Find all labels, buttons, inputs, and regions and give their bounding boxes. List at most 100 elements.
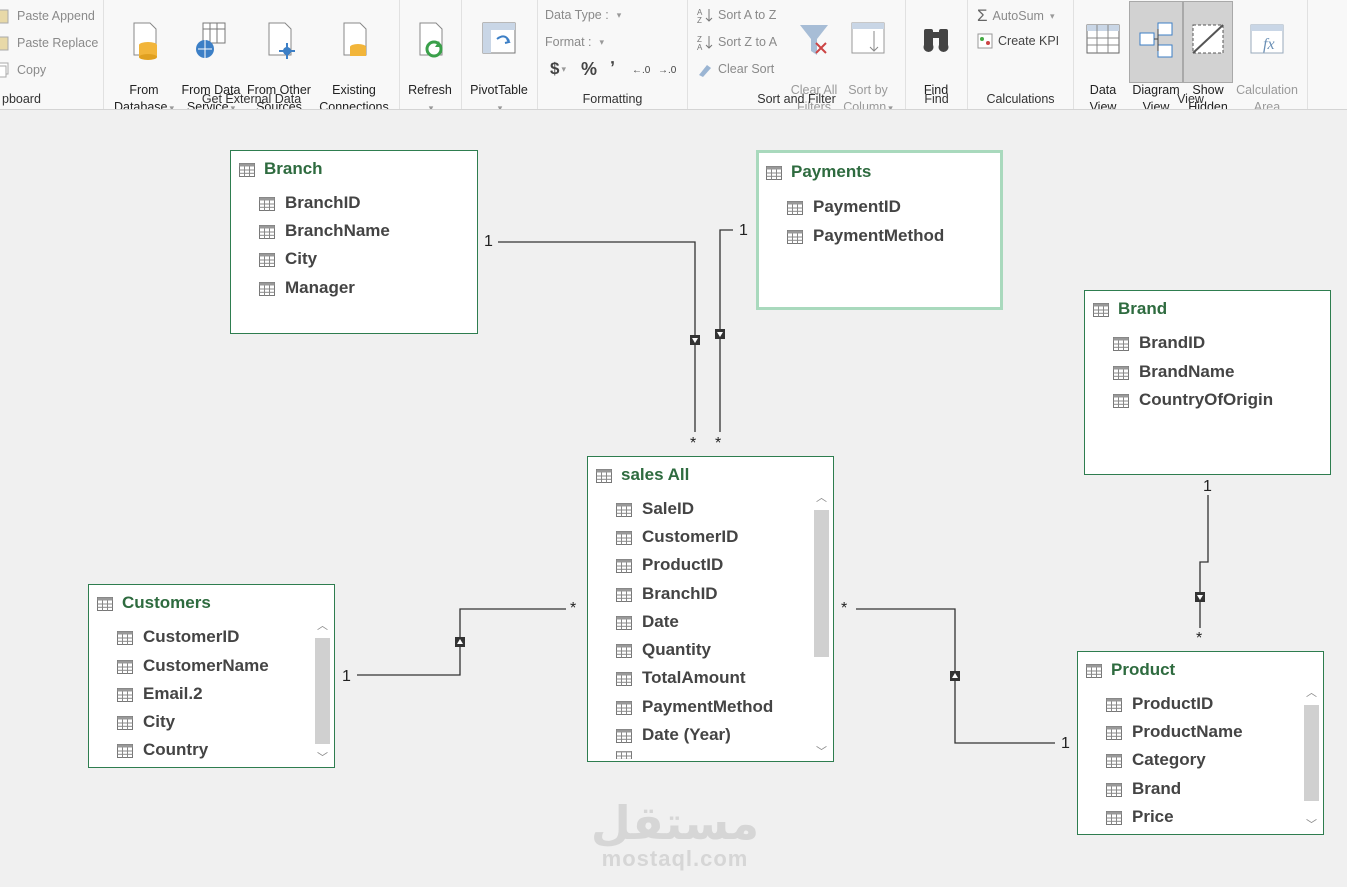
scroll-down-icon[interactable]: ﹀	[1303, 818, 1320, 832]
column-item[interactable]: Brand	[1106, 779, 1181, 799]
column-item[interactable]: CountryOfOrigin	[1113, 390, 1273, 410]
scroll-down-icon[interactable]: ﹀	[813, 745, 830, 759]
column-label: CustomerName	[143, 656, 269, 675]
column-item[interactable]: Category	[1106, 750, 1206, 770]
clear-sort-label: Clear Sort	[718, 62, 775, 76]
create-kpi-button[interactable]: Create KPI	[977, 33, 1059, 49]
diagram-canvas[interactable]: 1 1 * * 1 * * 1 1 * Branch BranchID Bran…	[0, 110, 1347, 887]
paste-append-button[interactable]: Paste Append	[0, 8, 95, 24]
column-item[interactable]: PaymentID	[787, 197, 901, 217]
sort-by-column-icon	[850, 19, 886, 63]
column-item[interactable]: PaymentMethod	[787, 226, 944, 246]
other-sources-icon	[261, 19, 297, 63]
column-item[interactable]: ProductID	[616, 555, 723, 575]
scroll-up-icon[interactable]: ︿	[1303, 686, 1320, 700]
column-item[interactable]: CustomerID	[616, 527, 738, 547]
column-item[interactable]: Price	[1106, 807, 1174, 827]
format-dropdown[interactable]: Format : ▾	[545, 35, 604, 49]
decrease-decimal-icon: →.0	[658, 61, 680, 80]
svg-text:fx: fx	[1263, 36, 1275, 53]
table-brand[interactable]: Brand BrandID BrandName CountryOfOrigin	[1084, 290, 1331, 475]
table-product[interactable]: Product ProductID ProductName Category B…	[1077, 651, 1324, 835]
relationship-brand-product[interactable]	[1199, 495, 1209, 628]
column-item[interactable]: City	[259, 249, 317, 269]
column-icon	[616, 643, 632, 658]
column-icon	[1113, 336, 1129, 351]
column-item[interactable]: CustomerID	[117, 627, 239, 647]
table-icon	[1086, 663, 1102, 678]
scrollbar-thumb[interactable]	[1304, 705, 1319, 801]
table-scrollbar[interactable]: ︿ ﹀	[1303, 686, 1320, 832]
cardinality-one: 1	[342, 668, 351, 685]
copy-button[interactable]: Copy	[0, 62, 46, 78]
table-header[interactable]: Customers	[97, 593, 211, 613]
comma-style-button[interactable]: ʼ	[610, 58, 615, 79]
column-item[interactable]: BrandName	[1113, 362, 1234, 382]
column-item[interactable]: BranchID	[259, 193, 361, 213]
percent-button[interactable]: %	[581, 59, 597, 80]
column-item[interactable]: Country	[117, 740, 208, 760]
column-label: Manager	[285, 278, 355, 297]
currency-button[interactable]: $ ▾	[550, 59, 566, 79]
clear-sort-button[interactable]: Clear Sort	[697, 61, 774, 77]
sort-za-button[interactable]: ZA Sort Z to A	[697, 34, 777, 52]
svg-text:A: A	[697, 43, 703, 50]
pivottable-button[interactable]: PivotTable ▾	[464, 2, 534, 109]
table-header[interactable]: Branch	[239, 159, 323, 179]
decrease-decimal-button[interactable]: →.0	[658, 61, 680, 80]
table-scrollbar[interactable]: ︿ ﹀	[314, 619, 331, 765]
column-item[interactable]: BranchName	[259, 221, 390, 241]
column-item[interactable]: BrandID	[1113, 333, 1205, 353]
refresh-button[interactable]: Refresh ▾	[402, 2, 458, 109]
column-item[interactable]: Date	[616, 612, 679, 632]
data-type-dropdown[interactable]: Data Type : ▾	[545, 8, 621, 22]
column-item[interactable]: Manager	[259, 278, 355, 298]
column-item[interactable]: Quantity	[616, 640, 711, 660]
column-label: CustomerID	[642, 527, 739, 546]
scroll-up-icon[interactable]: ︿	[813, 491, 830, 505]
column-item[interactable]: SaleID	[616, 499, 694, 519]
column-item[interactable]: TotalAmount	[616, 668, 746, 688]
scrollbar-thumb[interactable]	[814, 510, 829, 657]
show-hidden-icon	[1190, 19, 1226, 63]
column-item[interactable]: ProductID	[1106, 694, 1213, 714]
increase-decimal-button[interactable]: ←.0	[632, 61, 654, 80]
table-header[interactable]: Brand	[1093, 299, 1167, 319]
column-icon	[117, 743, 133, 758]
column-item[interactable]: CustomerName	[117, 656, 269, 676]
cardinality-many: *	[841, 600, 848, 617]
watermark-arabic: مستقل	[590, 797, 760, 849]
table-header[interactable]: Product	[1086, 660, 1175, 680]
scrollbar-thumb[interactable]	[315, 638, 330, 744]
column-item[interactable]: PaymentMethod	[616, 697, 773, 717]
column-icon	[259, 224, 275, 239]
table-sales-all[interactable]: sales All SaleID CustomerID ProductID Br…	[587, 456, 834, 762]
svg-text:→.0: →.0	[658, 65, 677, 76]
diagram-view-button[interactable]: Diagram View	[1129, 1, 1183, 109]
column-label: PaymentMethod	[813, 226, 945, 245]
scroll-down-icon[interactable]: ﹀	[314, 751, 331, 765]
column-icon	[1106, 725, 1122, 740]
scroll-up-icon[interactable]: ︿	[314, 619, 331, 633]
column-item[interactable]: BranchID	[616, 584, 718, 604]
table-header[interactable]: sales All	[596, 465, 689, 485]
column-label: BrandID	[1139, 333, 1206, 352]
column-item[interactable]: ProductName	[1106, 722, 1243, 742]
column-icon	[1106, 782, 1122, 797]
table-payments[interactable]: Payments PaymentID PaymentMethod	[756, 150, 1003, 310]
paste-replace-button[interactable]: Paste Replace	[0, 35, 98, 51]
autosum-button[interactable]: Σ AutoSum ▾	[977, 6, 1054, 26]
find-button[interactable]: Find	[908, 2, 964, 99]
column-item[interactable]: Email.2	[117, 684, 203, 704]
column-item[interactable]: Date (Year)	[616, 725, 731, 745]
table-scrollbar[interactable]: ︿ ﹀	[813, 491, 830, 759]
table-customers[interactable]: Customers CustomerID CustomerName Email.…	[88, 584, 335, 768]
show-hidden-button[interactable]: Show Hidden	[1183, 1, 1233, 109]
sort-az-button[interactable]: AZ Sort A to Z	[697, 7, 776, 25]
column-label: BranchName	[285, 221, 390, 240]
column-item[interactable]: City	[117, 712, 175, 732]
relationship-branch-sales[interactable]	[498, 241, 696, 432]
table-title: Payments	[791, 162, 872, 181]
table-branch[interactable]: Branch BranchID BranchName City Manager	[230, 150, 478, 334]
table-header[interactable]: Payments	[766, 162, 871, 182]
